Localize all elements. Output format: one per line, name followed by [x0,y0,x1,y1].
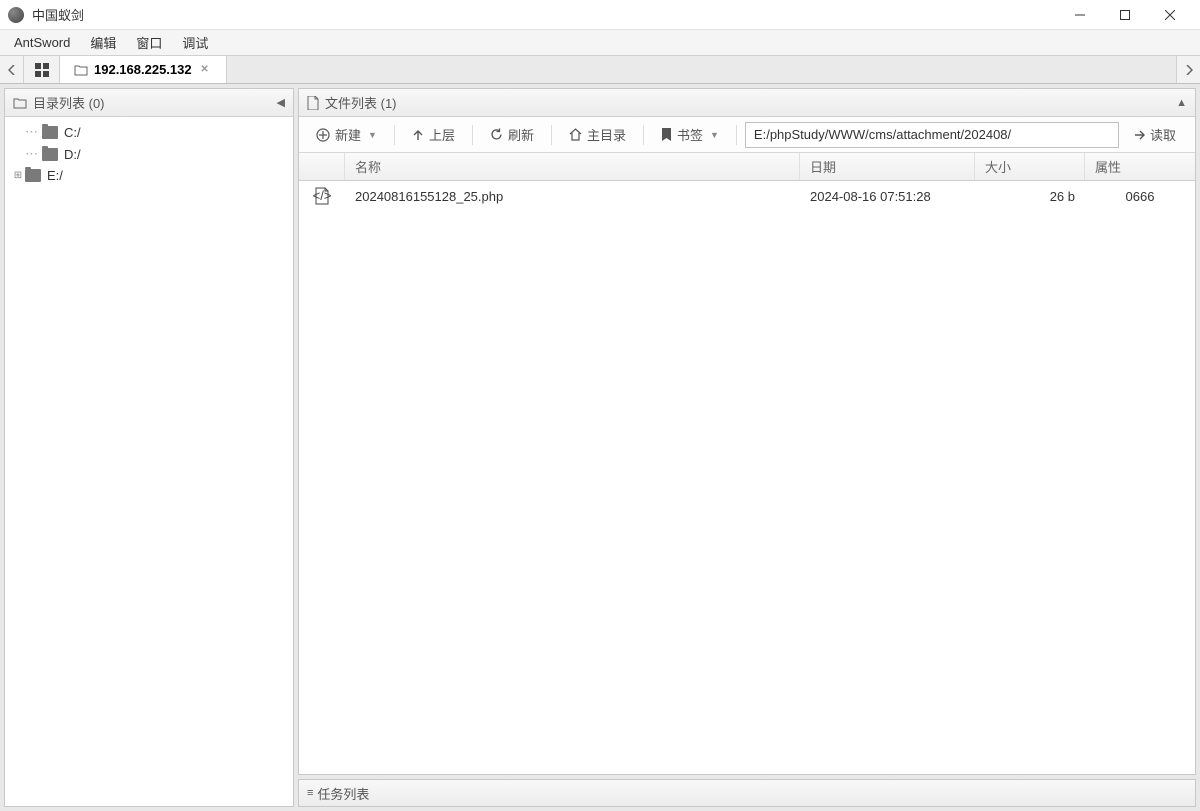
column-icon[interactable] [299,153,345,180]
folder-icon [13,96,27,110]
close-button[interactable] [1147,0,1192,30]
file-panel-header: 文件列表 (1) ▲ [299,89,1195,117]
window-controls [1057,0,1192,30]
tab-grid-button[interactable] [24,56,60,83]
minimize-button[interactable] [1057,0,1102,30]
home-button[interactable]: 主目录 [560,120,635,149]
column-name[interactable]: 名称 [345,153,800,180]
bookmark-button[interactable]: 书签 ▼ [652,120,728,149]
window-title: 中国蚁剑 [32,5,1057,24]
tab-next-button[interactable] [1176,56,1200,83]
tab-bar: 192.168.225.132 ✕ [0,56,1200,84]
column-size[interactable]: 大小 [975,153,1085,180]
task-panel-title: 任务列表 [317,784,369,803]
new-label: 新建 [335,125,361,144]
column-attr[interactable]: 属性 [1085,153,1195,180]
up-button[interactable]: 上层 [403,120,464,149]
tree-item-label: D:/ [64,147,81,162]
read-label: 读取 [1150,125,1176,144]
menu-antsword[interactable]: AntSword [4,32,80,53]
main-area: 目录列表 (0) ◀ ⋯ C:/ ⋯ D:/ ⊞ E:/ [0,84,1200,811]
task-panel-header[interactable]: ≡ 任务列表 [299,780,1195,806]
menu-window[interactable]: 窗口 [126,30,172,55]
refresh-button[interactable]: 刷新 [481,120,543,149]
separator [643,125,644,145]
folder-icon [25,169,41,182]
arrow-right-icon [1134,129,1146,141]
file-attr: 0666 [1085,189,1195,204]
right-panels: 文件列表 (1) ▲ 新建 ▼ 上层 [298,88,1196,807]
caret-down-icon: ▼ [368,130,377,140]
menu-bar: AntSword 编辑 窗口 调试 [0,30,1200,56]
menu-edit[interactable]: 编辑 [80,30,126,55]
tree-item-label: E:/ [47,168,63,183]
file-date: 2024-08-16 07:51:28 [800,189,975,204]
tab-prev-button[interactable] [0,56,24,83]
separator [551,125,552,145]
tree-item-e[interactable]: ⊞ E:/ [5,165,293,186]
plus-circle-icon [316,128,330,142]
svg-text:</>: </> [313,188,331,203]
directory-panel-title: 目录列表 (0) [33,93,105,112]
path-input[interactable] [745,122,1119,148]
file-panel-title: 文件列表 (1) [325,93,397,112]
title-bar: 中国蚁剑 [0,0,1200,30]
tab-spacer [227,56,1176,83]
arrow-up-icon [412,129,424,141]
separator [736,125,737,145]
collapse-left-icon[interactable]: ◀ [277,96,285,109]
list-icon: ≡ [307,787,311,799]
home-label: 主目录 [587,125,626,144]
directory-tree: ⋯ C:/ ⋯ D:/ ⊞ E:/ [5,117,293,806]
directory-panel-header: 目录列表 (0) ◀ [5,89,293,117]
menu-debug[interactable]: 调试 [172,30,218,55]
tab-label: 192.168.225.132 [94,62,192,77]
directory-panel: 目录列表 (0) ◀ ⋯ C:/ ⋯ D:/ ⊞ E:/ [4,88,294,807]
file-table-header: 名称 日期 大小 属性 [299,153,1195,181]
expander-plus-icon[interactable]: ⊞ [11,170,25,181]
tree-item-d[interactable]: ⋯ D:/ [5,143,293,165]
tab-active[interactable]: 192.168.225.132 ✕ [60,56,227,83]
separator [394,125,395,145]
refresh-icon [490,128,503,141]
task-panel: ≡ 任务列表 [298,779,1196,807]
column-date[interactable]: 日期 [800,153,975,180]
folder-icon [42,148,58,161]
tree-item-label: C:/ [64,125,81,140]
file-size: 26 b [975,189,1085,204]
file-table-body: </> 20240816155128_25.php 2024-08-16 07:… [299,181,1195,774]
refresh-label: 刷新 [508,125,534,144]
bookmark-label: 书签 [677,125,703,144]
tab-close-button[interactable]: ✕ [198,63,212,77]
file-name: 20240816155128_25.php [345,189,800,204]
separator [472,125,473,145]
maximize-button[interactable] [1102,0,1147,30]
file-toolbar: 新建 ▼ 上层 刷新 [299,117,1195,153]
bookmark-icon [661,128,672,141]
file-type-icon: </> [299,187,345,205]
app-icon [8,7,24,23]
home-icon [569,128,582,141]
read-button[interactable]: 读取 [1123,120,1187,149]
new-button[interactable]: 新建 ▼ [307,120,386,149]
file-icon [307,96,319,110]
collapse-up-icon[interactable]: ▲ [1176,97,1187,109]
file-panel: 文件列表 (1) ▲ 新建 ▼ 上层 [298,88,1196,775]
up-label: 上层 [429,125,455,144]
caret-down-icon: ▼ [710,130,719,140]
table-row[interactable]: </> 20240816155128_25.php 2024-08-16 07:… [299,181,1195,211]
folder-icon [74,63,88,77]
tree-item-c[interactable]: ⋯ C:/ [5,121,293,143]
folder-icon [42,126,58,139]
